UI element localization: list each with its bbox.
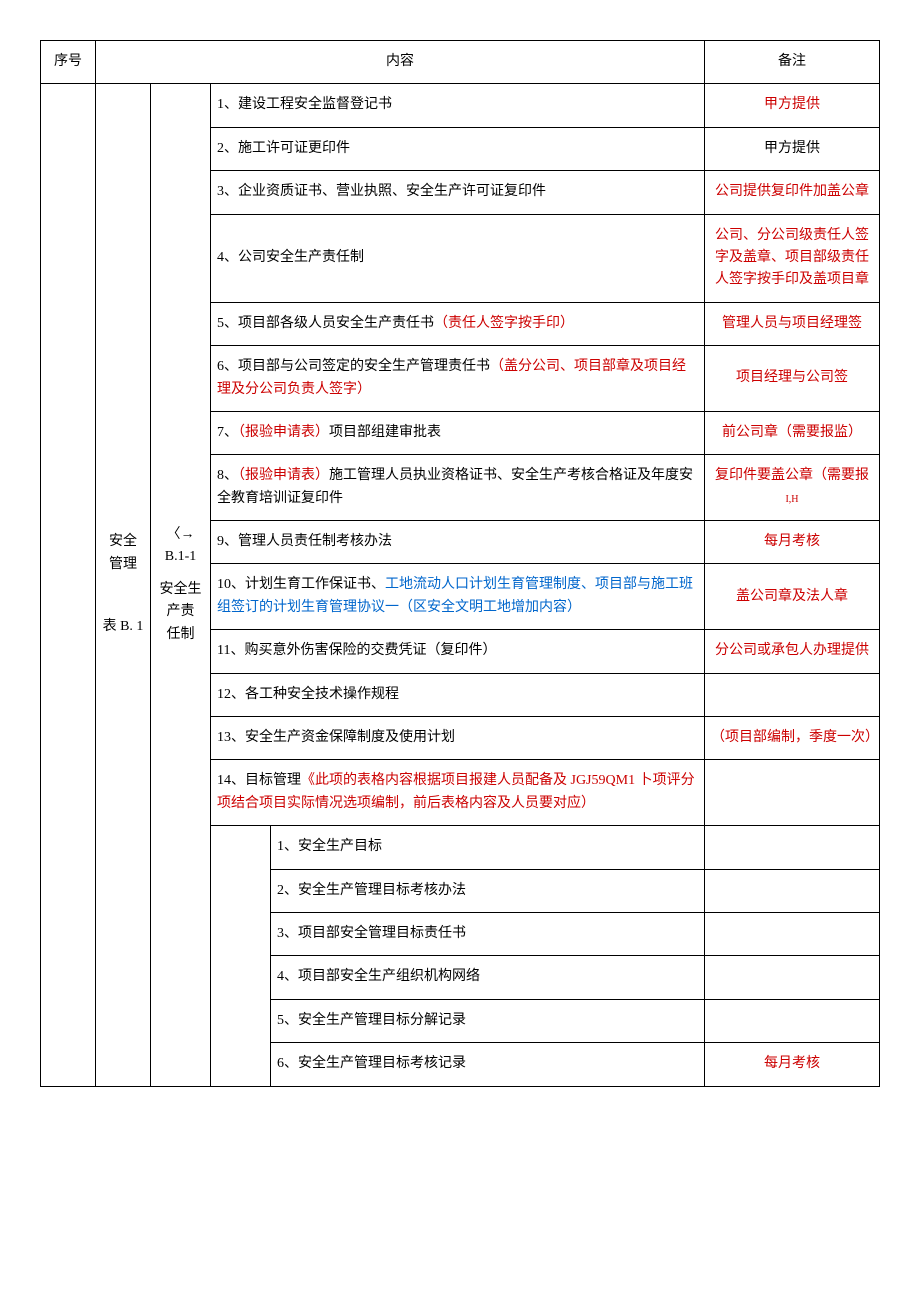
seq-cell — [41, 84, 96, 1086]
content-cell: 5、安全生产管理目标分解记录 — [271, 999, 705, 1042]
content-cell: 2、施工许可证更印件 — [211, 127, 705, 170]
remark-cell — [705, 760, 880, 826]
sub-index-cell — [211, 826, 271, 1086]
remark-cell: 公司提供复印件加盖公章 — [705, 171, 880, 214]
content-cell: 3、企业资质证书、营业执照、安全生产许可证复印件 — [211, 171, 705, 214]
category-cell: 安全 管理 表 B. 1 — [96, 84, 151, 1086]
content-text: 6、项目部与公司签定的安全生产管理责任书 — [217, 359, 490, 374]
content-cell: 9、管理人员责任制考核办法 — [211, 521, 705, 564]
content-text: 项目部组建审批表 — [329, 425, 441, 440]
category-line: 安全 — [102, 531, 144, 553]
content-text: 7、 — [217, 425, 238, 440]
subcat-name: 安全生产责 — [157, 579, 204, 624]
content-cell: 4、公司安全生产责任制 — [211, 214, 705, 302]
content-text-red: （责任人签字按手印） — [434, 316, 574, 331]
remark-cell — [705, 912, 880, 955]
remark-cell — [705, 999, 880, 1042]
content-text-red: （报验申请表） — [238, 468, 329, 483]
header-content: 内容 — [96, 41, 705, 84]
header-seq: 序号 — [41, 41, 96, 84]
remark-cell — [705, 956, 880, 999]
remark-cell: 盖公司章及法人章 — [705, 564, 880, 630]
remark-cell: 前公司章（需要报监） — [705, 411, 880, 454]
content-text: 14、目标管理 — [217, 773, 301, 788]
page-table-wrapper: 序号 内容 备注 安全 管理 表 B. 1 〈→ B.1-1 安全生产责 任制 … — [40, 40, 880, 1087]
subcat-code: B.1-1 — [157, 546, 204, 568]
remark-cell — [705, 673, 880, 716]
category-line: 表 B. 1 — [102, 616, 144, 638]
remark-cell — [705, 869, 880, 912]
remark-cell: 甲方提供 — [705, 84, 880, 127]
content-cell: 1、安全生产目标 — [271, 826, 705, 869]
content-cell: 7、（报验申请表）项目部组建审批表 — [211, 411, 705, 454]
content-cell: 10、计划生育工作保证书、工地流动人口计划生育管理制度、项目部与施工班组签订的计… — [211, 564, 705, 630]
remark-cell: 管理人员与项目经理签 — [705, 302, 880, 345]
header-remark: 备注 — [705, 41, 880, 84]
content-cell: 6、安全生产管理目标考核记录 — [271, 1043, 705, 1086]
content-cell: 1、建设工程安全监督登记书 — [211, 84, 705, 127]
remark-cell: 每月考核 — [705, 1043, 880, 1086]
content-cell: 13、安全生产资金保障制度及使用计划 — [211, 717, 705, 760]
content-cell: 5、项目部各级人员安全生产责任书（责任人签字按手印） — [211, 302, 705, 345]
subcat-cell: 〈→ B.1-1 安全生产责 任制 — [151, 84, 211, 1086]
remark-cell — [705, 826, 880, 869]
remark-cell: 分公司或承包人办理提供 — [705, 630, 880, 673]
content-cell: 8、（报验申请表）施工管理人员执业资格证书、安全生产考核合格证及年度安全教育培训… — [211, 455, 705, 521]
category-line: 管理 — [102, 554, 144, 576]
content-text: 5、项目部各级人员安全生产责任书 — [217, 316, 434, 331]
subcat-name: 任制 — [157, 624, 204, 646]
content-cell: 3、项目部安全管理目标责任书 — [271, 912, 705, 955]
remark-cell: 复印件要盖公章（需要报 I,H — [705, 455, 880, 521]
table-row: 安全 管理 表 B. 1 〈→ B.1-1 安全生产责 任制 1、建设工程安全监… — [41, 84, 880, 127]
content-cell: 4、项目部安全生产组织机构网络 — [271, 956, 705, 999]
subcat-arrow: 〈→ — [157, 524, 204, 546]
content-cell: 11、购买意外伤害保险的交费凭证（复印件） — [211, 630, 705, 673]
content-cell: 14、目标管理《此项的表格内容根据项目报建人员配备及 JGJ59QM1 卜项评分… — [211, 760, 705, 826]
header-row: 序号 内容 备注 — [41, 41, 880, 84]
content-cell: 6、项目部与公司签定的安全生产管理责任书（盖分公司、项目部章及项目经理及分公司负… — [211, 346, 705, 412]
remark-cell: 项目经理与公司签 — [705, 346, 880, 412]
remark-cell: 公司、分公司级责任人签字及盖章、项目部级责任人签字按手印及盖项目章 — [705, 214, 880, 302]
content-cell: 2、安全生产管理目标考核办法 — [271, 869, 705, 912]
content-text: 8、 — [217, 468, 238, 483]
remark-cell: 每月考核 — [705, 521, 880, 564]
remark-cell: （项目部编制，季度一次） — [705, 717, 880, 760]
remark-cell: 甲方提供 — [705, 127, 880, 170]
main-table: 序号 内容 备注 安全 管理 表 B. 1 〈→ B.1-1 安全生产责 任制 … — [40, 40, 880, 1087]
content-cell: 12、各工种安全技术操作规程 — [211, 673, 705, 716]
content-text: 10、计划生育工作保证书、 — [217, 577, 385, 592]
content-text-red: （报验申请表） — [238, 425, 329, 440]
remark-suffix: I,H — [785, 494, 798, 505]
remark-text: 复印件要盖公章（需要报 — [715, 468, 869, 483]
